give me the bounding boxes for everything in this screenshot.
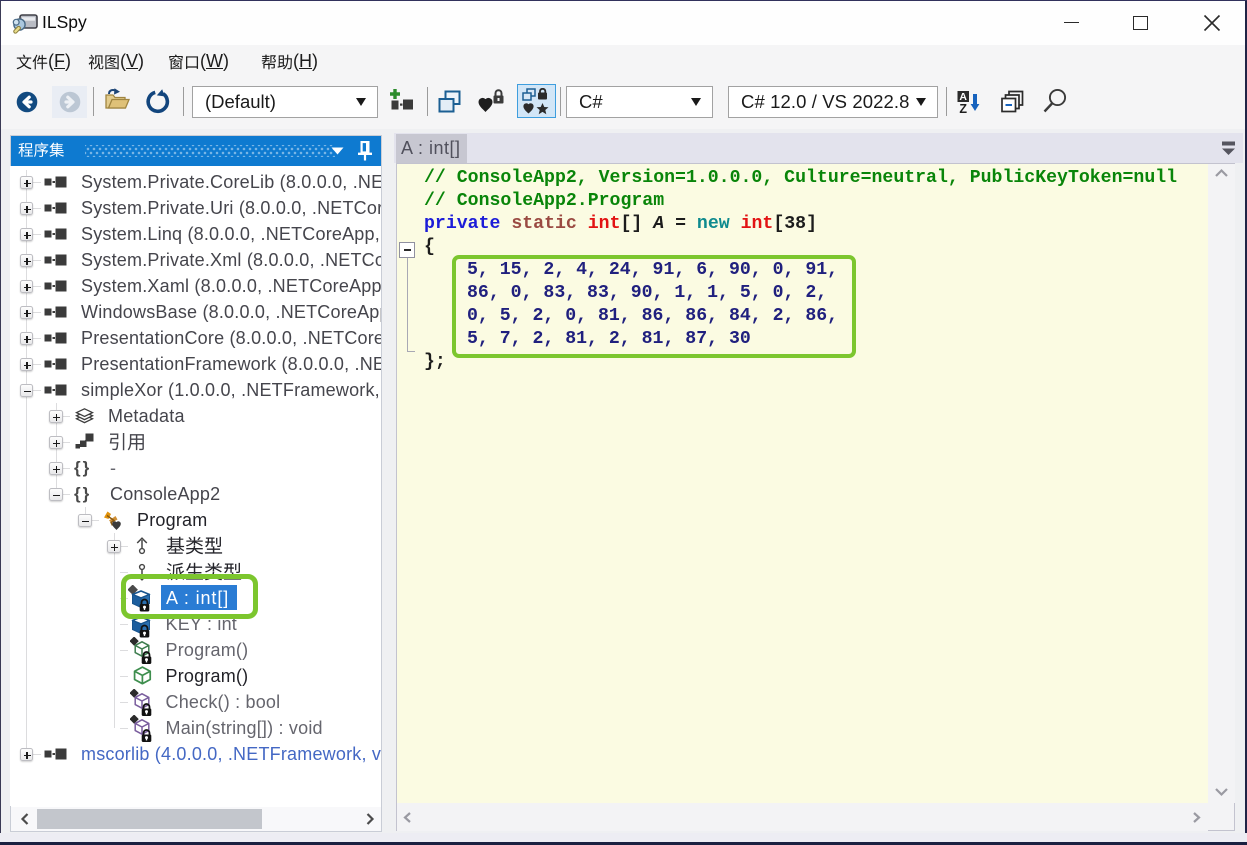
svg-text:Z: Z — [959, 102, 967, 115]
